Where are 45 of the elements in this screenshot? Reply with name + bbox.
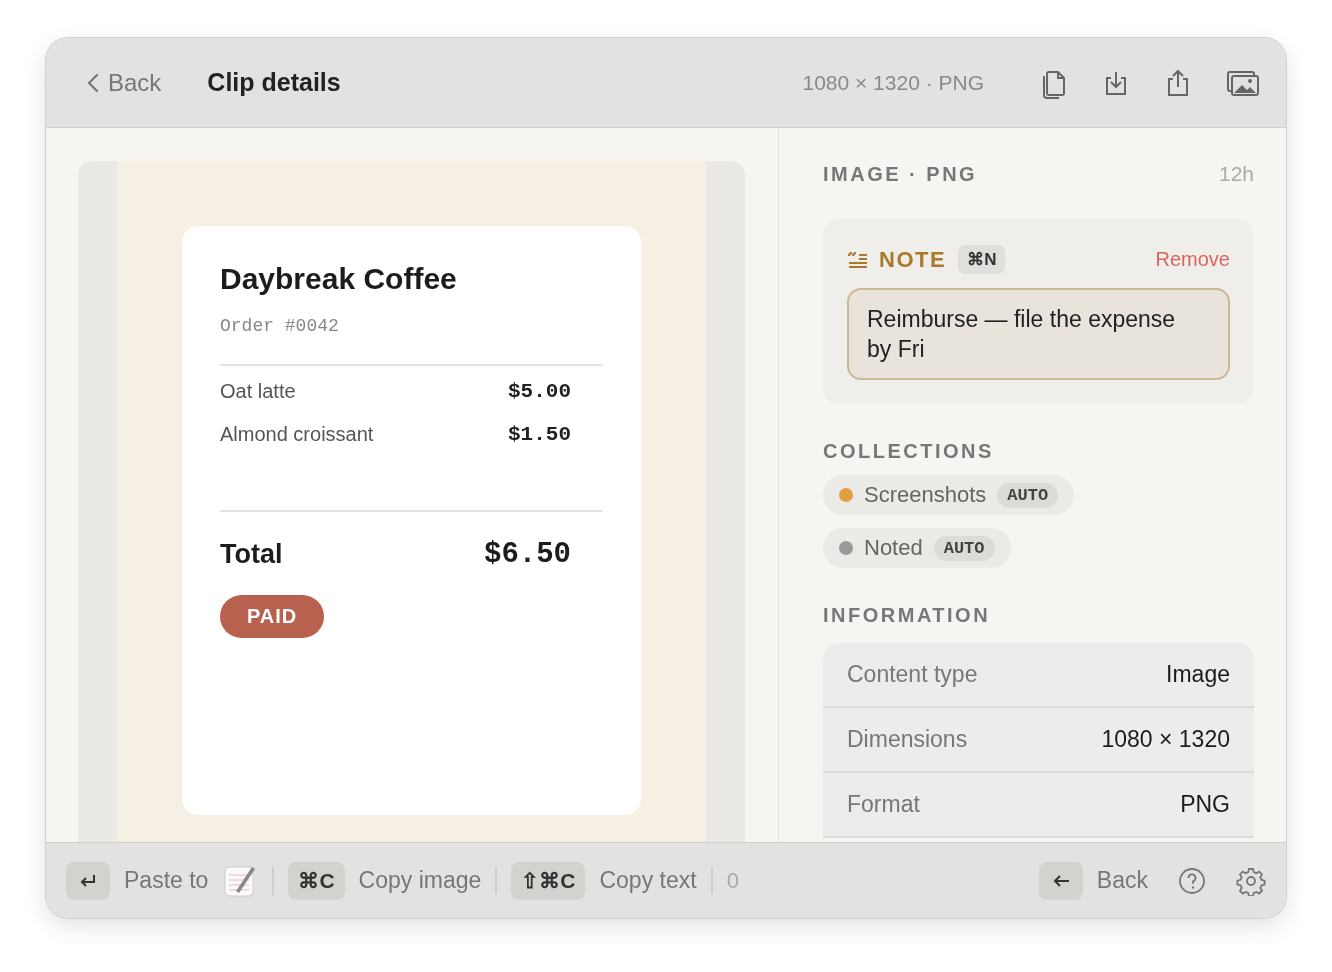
item-price: $1.50: [508, 423, 571, 446]
copy-text-label: Copy text: [599, 867, 697, 894]
chevron-left-icon: [86, 71, 100, 94]
image-meta: 1080 × 1320 · PNG: [802, 70, 984, 95]
help-icon[interactable]: [1178, 866, 1206, 895]
return-icon: [78, 872, 98, 889]
collection-name: Noted: [864, 535, 923, 561]
note-label: NOTE: [879, 246, 947, 273]
total-amount: $6.50: [484, 538, 571, 571]
settings-icon[interactable]: [1236, 865, 1266, 896]
section-heading: INFORMATION: [823, 604, 992, 627]
shortcut-key[interactable]: ⌘C: [288, 861, 345, 900]
return-key[interactable]: [66, 861, 110, 900]
auto-tag: AUTO: [933, 535, 995, 561]
item-name: Oat latte: [220, 380, 296, 403]
collection-chip[interactable]: Noted AUTO: [823, 528, 1011, 568]
status-badge: PAID: [220, 595, 325, 638]
info-value: Image: [1166, 661, 1230, 688]
paste-label: Paste to: [124, 867, 209, 894]
info-label: Content type: [847, 661, 978, 688]
shortcut-key: ⌘N: [958, 245, 1006, 274]
shortcut-key[interactable]: ⇧⌘C: [511, 861, 586, 900]
back-label: Back: [1096, 867, 1148, 894]
note-icon: [847, 250, 869, 269]
info-label: Dimensions: [847, 726, 968, 753]
collection-name: Screenshots: [864, 482, 987, 508]
total-label: Total: [220, 539, 283, 570]
item-price: $5.00: [508, 380, 571, 403]
clip-age: 12h: [1218, 162, 1254, 186]
auto-tag: AUTO: [997, 482, 1059, 508]
window-title: Clip details: [207, 68, 341, 97]
info-label: Format: [847, 791, 920, 818]
store-name: Daybreak Coffee: [220, 262, 458, 296]
back-key[interactable]: [1038, 861, 1083, 900]
collection-chip[interactable]: Screenshots AUTO: [823, 475, 1075, 515]
gallery-icon[interactable]: [1226, 68, 1260, 97]
section-heading: COLLECTIONS: [823, 440, 995, 463]
count: 0: [726, 867, 739, 894]
note-field[interactable]: Reimburse — file the expense by Fri: [847, 288, 1230, 380]
info-value: PNG: [1180, 791, 1230, 818]
copy-image-label: Copy image: [358, 867, 482, 894]
type-heading: IMAGE · PNG: [823, 162, 978, 186]
info-value: 1080 × 1320: [1101, 726, 1230, 753]
order-number: Order #0042: [220, 316, 340, 336]
item-name: Almond croissant: [220, 423, 374, 446]
